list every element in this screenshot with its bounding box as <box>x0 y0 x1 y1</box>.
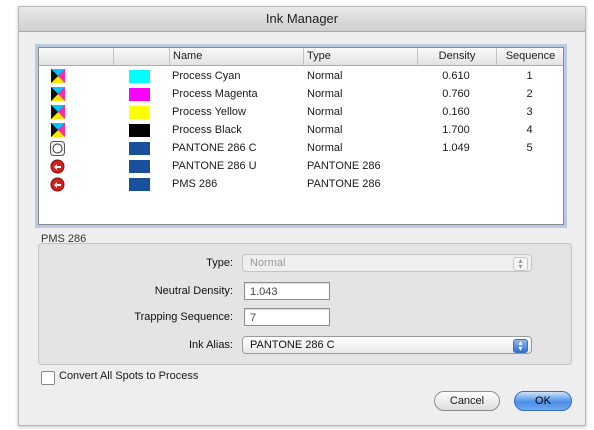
ink-row[interactable]: PANTONE 286 U PANTONE 286 <box>39 157 563 175</box>
ink-type: Normal <box>307 70 343 82</box>
ink-sequence: 5 <box>526 142 533 154</box>
ink-row[interactable]: Process Cyan Normal 0.610 1 <box>39 67 563 85</box>
ink-sequence: 1 <box>526 70 533 82</box>
ink-sequence <box>496 175 563 193</box>
ink-row[interactable]: Process Yellow Normal 0.160 3 <box>39 103 563 121</box>
trapping-sequence-label: Trapping Sequence: <box>134 311 233 323</box>
neutral-density-field[interactable]: 1.043 <box>244 282 330 300</box>
ink-density: 0.160 <box>442 106 470 118</box>
popup-arrows-icon: ▴ ▾ <box>513 257 528 271</box>
process-ink-icon <box>51 105 65 119</box>
ink-row[interactable]: Process Black Normal 1.700 4 <box>39 121 563 139</box>
ink-row[interactable]: PANTONE 286 C Normal 1.049 5 <box>39 139 563 157</box>
header-density[interactable]: Density <box>417 48 496 65</box>
ink-type: Normal <box>307 88 343 100</box>
ink-sequence: 3 <box>526 106 533 118</box>
ink-name: PANTONE 286 U <box>172 160 257 172</box>
ink-details-panel: Type: Normal ▴ ▾ Neutral Density: 1.043 T… <box>38 243 572 365</box>
ink-manager-dialog: Ink Manager Name Type Density Sequence P… <box>18 6 586 426</box>
table-header: Name Type Density Sequence <box>39 48 563 66</box>
ink-type: Normal <box>307 142 343 154</box>
ink-alias-label: Ink Alias: <box>188 339 233 351</box>
ink-density: 1.049 <box>442 142 470 154</box>
ink-swatch <box>129 160 150 173</box>
ink-type: PANTONE 286 <box>307 160 381 172</box>
ink-swatch <box>129 142 150 155</box>
trapping-sequence-field[interactable]: 7 <box>244 308 330 326</box>
ink-name: Process Black <box>172 124 242 136</box>
type-value: Normal <box>250 257 286 269</box>
ink-density: 0.760 <box>442 88 470 100</box>
ink-name: PANTONE 286 C <box>172 142 257 154</box>
neutral-density-label: Neutral Density: <box>154 285 233 297</box>
convert-spots-label[interactable]: Convert All Spots to Process <box>59 370 198 382</box>
cancel-button[interactable]: Cancel <box>434 391 500 411</box>
ink-swatch <box>129 124 150 137</box>
ok-button[interactable]: OK <box>514 391 572 411</box>
ink-alias-popup[interactable]: PANTONE 286 C ▴ ▾ <box>242 336 532 354</box>
ink-sequence: 4 <box>526 124 533 136</box>
ink-type: Normal <box>307 124 343 136</box>
header-sequence[interactable]: Sequence <box>496 48 563 65</box>
ink-density: 1.700 <box>442 124 470 136</box>
header-type[interactable]: Type <box>303 48 417 65</box>
ink-density <box>417 157 495 175</box>
ink-swatch <box>129 106 150 119</box>
ink-density <box>417 175 495 193</box>
ink-swatch <box>129 88 150 101</box>
ink-name: Process Magenta <box>172 88 258 100</box>
ink-name: Process Cyan <box>172 70 241 82</box>
process-ink-icon <box>51 123 65 137</box>
window-title: Ink Manager <box>19 7 585 32</box>
process-ink-icon <box>51 69 65 83</box>
ink-name: PMS 286 <box>172 178 218 190</box>
header-swatch-column <box>113 48 170 65</box>
convert-spots-checkbox[interactable] <box>41 371 55 385</box>
ink-density: 0.610 <box>442 70 470 82</box>
ink-table[interactable]: Name Type Density Sequence Process Cyan N… <box>38 47 564 225</box>
type-popup: Normal ▴ ▾ <box>242 254 532 272</box>
popup-arrows-icon: ▴ ▾ <box>513 339 528 353</box>
ink-type: Normal <box>307 106 343 118</box>
ink-sequence: 2 <box>526 88 533 100</box>
alias-ink-icon <box>50 177 65 192</box>
header-name[interactable]: Name <box>169 48 305 65</box>
process-ink-icon <box>51 87 65 101</box>
type-label: Type: <box>206 257 233 269</box>
ink-row[interactable]: Process Magenta Normal 0.760 2 <box>39 85 563 103</box>
alias-ink-icon <box>50 159 65 174</box>
ink-name: Process Yellow <box>172 106 246 118</box>
ink-alias-value: PANTONE 286 C <box>250 339 335 351</box>
ink-swatch <box>129 178 150 191</box>
ink-sequence <box>496 157 563 175</box>
ink-swatch <box>129 70 150 83</box>
ink-row[interactable]: PMS 286 PANTONE 286 <box>39 175 563 193</box>
spot-ink-icon <box>50 141 65 156</box>
ink-type: PANTONE 286 <box>307 178 381 190</box>
